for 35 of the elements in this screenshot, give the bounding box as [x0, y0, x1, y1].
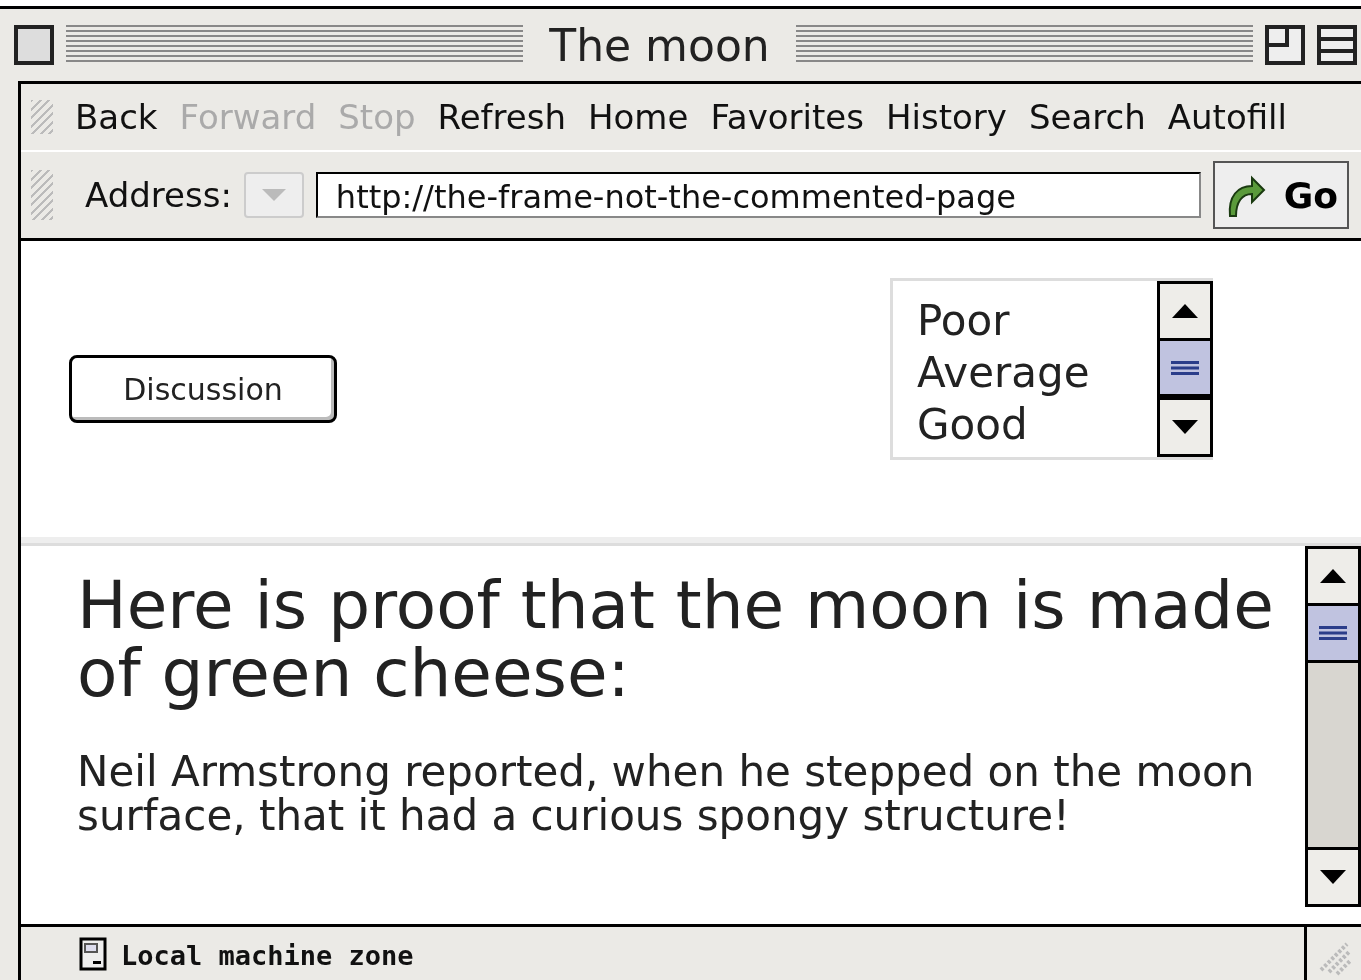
grip-icon [1319, 626, 1347, 640]
list-scrollbar[interactable] [1157, 281, 1213, 457]
toolbar-button[interactable]: Favorites [710, 97, 864, 137]
status-text: Local machine zone [121, 939, 414, 971]
caret-icon [261, 189, 286, 201]
address-dropdown[interactable] [243, 172, 304, 218]
up-arrow-icon [1320, 569, 1346, 583]
toolbar-button[interactable]: Search [1028, 97, 1146, 137]
zoom-box-icon[interactable] [1265, 25, 1305, 65]
up-arrow-icon [1172, 303, 1198, 318]
toolbar-button[interactable]: Home [588, 97, 689, 137]
close-box-icon[interactable] [14, 25, 54, 65]
address-field[interactable]: http://the-frame-not-the-commented-page [315, 172, 1201, 218]
list-item[interactable]: Poor [917, 295, 1157, 347]
page-heading: Here is proof that the moon is made of green cheese: [77, 572, 1275, 708]
window-title: The moon [548, 19, 771, 71]
list-item[interactable]: Average [917, 347, 1157, 399]
list-item[interactable]: Good [917, 399, 1157, 451]
page-scrollbar[interactable] [1305, 546, 1361, 907]
toolbar-button[interactable]: Autofill [1167, 97, 1287, 137]
list-box[interactable]: Poor Average Good [890, 278, 1213, 460]
down-arrow-icon [1320, 870, 1346, 884]
go-button[interactable]: Go [1213, 161, 1349, 229]
address-label: Address: [85, 175, 232, 215]
computer-icon [79, 937, 107, 973]
grip-icon [1171, 360, 1199, 375]
down-arrow-icon [1172, 420, 1198, 435]
toolbar-button[interactable]: Back [75, 97, 158, 137]
collapse-box-icon[interactable] [1317, 25, 1357, 65]
toolbar-button[interactable]: History [886, 97, 1007, 137]
toolbar-button[interactable]: Refresh [437, 97, 566, 137]
page-paragraph: Neil Armstrong reported, when he stepped on the moon surface, that it had a curious spongy structure! [77, 750, 1256, 838]
toolbar-grip[interactable] [31, 100, 53, 134]
toolbar-grip[interactable] [31, 170, 53, 220]
discussion-button[interactable]: Discussion [69, 355, 337, 423]
